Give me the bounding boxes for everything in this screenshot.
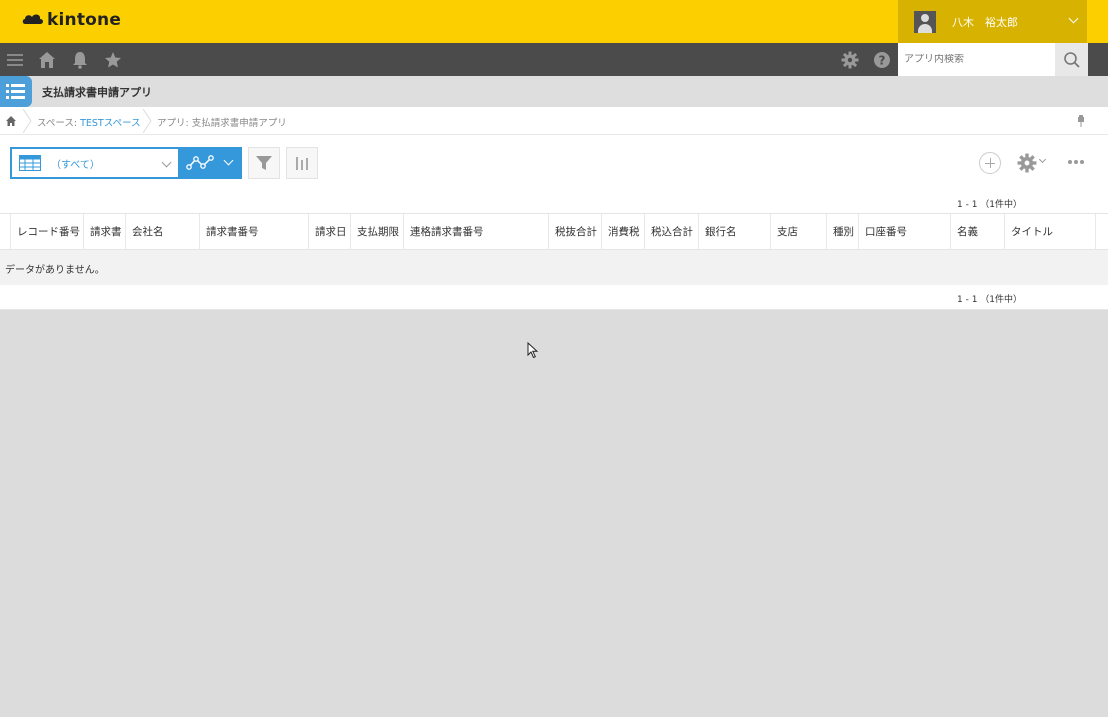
help-icon[interactable]: ? (873, 51, 891, 69)
filter-icon (256, 156, 272, 170)
logo-text: kintone (47, 10, 122, 30)
search-icon (1063, 51, 1080, 68)
column-header[interactable]: 種別 (826, 214, 858, 250)
column-header[interactable]: レコード番号 (10, 214, 83, 250)
table-footer: 1 - 1 （1件中） (0, 285, 1108, 310)
star-icon[interactable] (104, 51, 122, 69)
chevron-down-icon (1038, 155, 1047, 164)
search-input[interactable] (904, 54, 1054, 65)
filter-button[interactable] (248, 147, 280, 179)
user-name: 八木 裕太郎 (952, 15, 1018, 29)
column-header[interactable]: 税込合計 (644, 214, 698, 250)
breadcrumb-space-prefix: スペース: (37, 118, 81, 129)
line-graph-icon (186, 155, 214, 170)
chevron-down-icon (1068, 13, 1079, 24)
list-icon (6, 84, 25, 99)
app-title-bar (0, 76, 1108, 107)
empty-message: データがありません。 (5, 265, 105, 276)
column-header[interactable]: 請求日 (308, 214, 350, 250)
breadcrumb-space[interactable]: スペース: TESTスペース (37, 115, 141, 129)
user-menu[interactable]: 八木 裕太郎 (898, 0, 1087, 43)
kintone-logo[interactable]: kintone (22, 10, 121, 30)
menu-icon[interactable] (6, 51, 24, 69)
view-selector[interactable]: （すべて） (10, 147, 180, 179)
pager-bottom: 1 - 1 （1件中） (957, 295, 1023, 305)
column-header[interactable]: 税抜合計 (548, 214, 601, 250)
avatar (914, 10, 936, 33)
column-header[interactable]: 銀行名 (698, 214, 770, 250)
search-button[interactable] (1055, 43, 1088, 76)
table-header: レコード番号 請求書 会社名 請求書番号 請求日 支払期限 連格請求書番号 税抜… (0, 213, 1108, 250)
breadcrumb-separator (142, 109, 152, 133)
list-toolbar: （すべて） 1 - 1 （1件中） (0, 135, 1108, 213)
home-icon[interactable] (6, 116, 16, 126)
breadcrumb: スペース: TESTスペース アプリ: 支払請求書申請アプリ (0, 107, 1108, 135)
app-search (898, 43, 1055, 76)
table-view-icon (19, 155, 41, 171)
kintone-cloud-icon (22, 14, 43, 24)
add-record-button[interactable] (979, 152, 1001, 174)
column-header[interactable]: 連格請求書番号 (403, 214, 548, 250)
column-header[interactable]: 請求書 (83, 214, 125, 250)
breadcrumb-space-link[interactable]: TESTスペース (80, 118, 141, 129)
breadcrumb-app[interactable]: アプリ: 支払請求書申請アプリ (157, 115, 287, 129)
empty-data-row: データがありません。 (0, 250, 1108, 285)
mouse-cursor-icon (527, 342, 539, 359)
column-header[interactable]: 名義 (950, 214, 1004, 250)
graph-button[interactable] (286, 147, 318, 179)
column-header[interactable]: 支店 (770, 214, 826, 250)
app-title: 支払請求書申請アプリ (42, 86, 152, 99)
column-header[interactable]: 会社名 (125, 214, 199, 250)
pin-icon[interactable] (1077, 115, 1085, 127)
column-header[interactable]: 口座番号 (858, 214, 950, 250)
breadcrumb-separator (22, 109, 32, 133)
bell-icon[interactable] (71, 51, 89, 69)
gear-icon[interactable] (841, 51, 859, 69)
chevron-down-icon (223, 155, 234, 166)
chevron-down-icon (161, 157, 172, 168)
view-selector-label: （すべて） (51, 159, 100, 171)
column-header[interactable]: 支払期限 (350, 214, 403, 250)
home-icon[interactable] (38, 51, 56, 69)
header-bar: kintone 八木 裕太郎 (0, 0, 1108, 43)
graph-selector[interactable] (180, 147, 242, 179)
app-list-button[interactable] (0, 76, 32, 107)
svg-text:?: ? (879, 54, 886, 68)
gear-icon[interactable] (1017, 153, 1037, 173)
column-header[interactable]: 消費税 (601, 214, 644, 250)
more-icon[interactable] (1067, 159, 1085, 165)
pager-top: 1 - 1 （1件中） (957, 200, 1023, 210)
column-header[interactable]: 請求書番号 (199, 214, 308, 250)
column-header[interactable]: タイトル (1004, 214, 1096, 250)
bar-chart-icon (296, 157, 308, 170)
